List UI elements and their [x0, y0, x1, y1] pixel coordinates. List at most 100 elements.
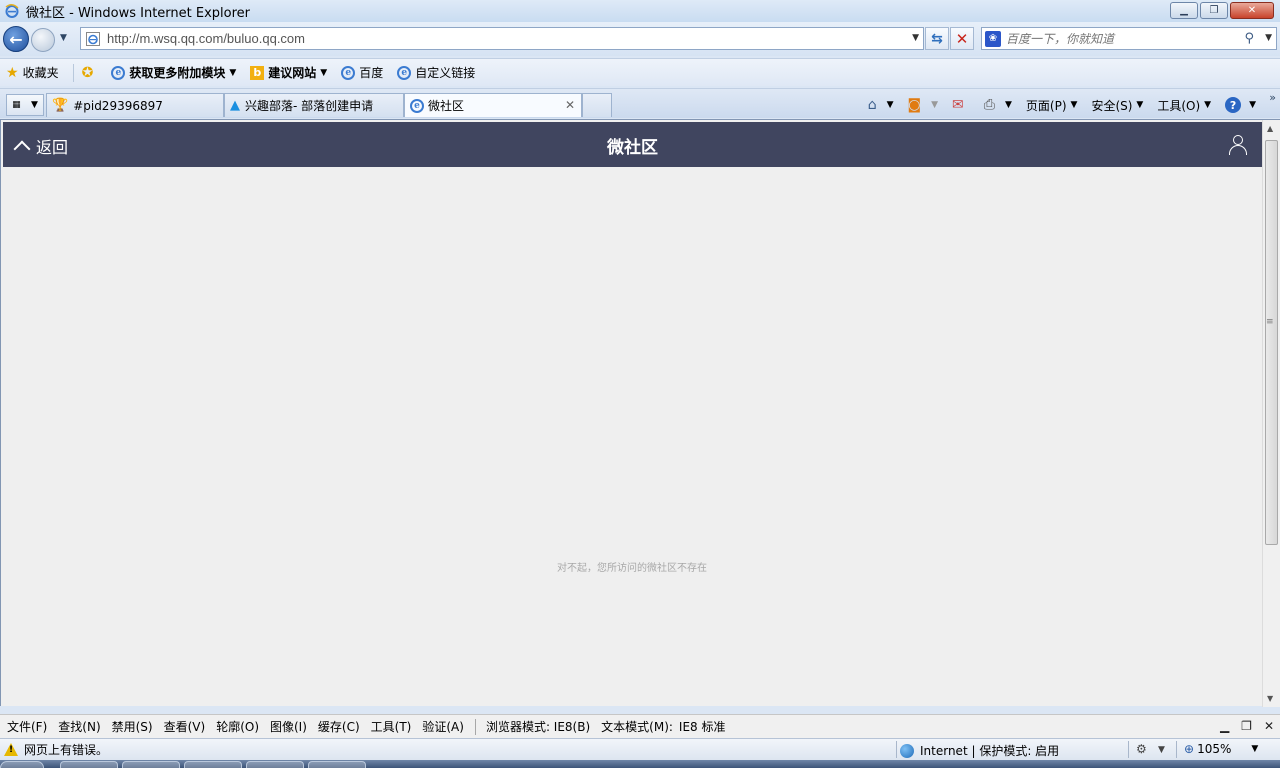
chevron-down-icon: ▼: [1004, 100, 1012, 110]
start-button[interactable]: [0, 761, 44, 768]
taskbar-button[interactable]: [184, 761, 242, 768]
dev-menu-file[interactable]: 文件(F): [7, 718, 47, 735]
dev-close-icon[interactable]: ✕: [1264, 719, 1274, 733]
close-window-button[interactable]: ✕: [1230, 2, 1274, 19]
chevron-down-icon: ▼: [229, 67, 237, 78]
command-bar: ⌂ ▼ ◙ ▼ ✉ ⎙ ▼ 页面(P) ▼ 安全(S) ▼ 工具(O) ▼ ? …: [868, 91, 1280, 117]
page-error-text[interactable]: 网页上有错误。: [24, 741, 108, 758]
minimize-button[interactable]: ▁: [1170, 2, 1198, 19]
chevron-down-icon: ▼: [1251, 744, 1259, 754]
dev-menu-find[interactable]: 查找(N): [58, 718, 100, 735]
tools-menu-label: 工具(O): [1157, 98, 1201, 113]
scroll-up-icon[interactable]: ▲: [1267, 124, 1273, 133]
refresh-button[interactable]: ⇆: [925, 27, 949, 50]
rss-icon: ◙: [907, 97, 922, 113]
quick-tabs-button[interactable]: ▦ ▼: [6, 94, 44, 116]
restore-button[interactable]: ❐: [1200, 2, 1228, 19]
dev-undock-icon[interactable]: ❐: [1241, 719, 1252, 733]
safety-menu[interactable]: 安全(S) ▼: [1091, 97, 1143, 114]
dev-minimize-icon[interactable]: ▁: [1220, 719, 1229, 733]
search-options-dropdown[interactable]: ▼: [1265, 33, 1272, 43]
safety-menu-label: 安全(S): [1091, 98, 1133, 113]
window-controls: ▁ ❐ ✕: [1168, 2, 1274, 19]
scrollbar-thumb[interactable]: [1265, 140, 1278, 545]
address-url[interactable]: http://m.wsq.qq.com/buluo.qq.com: [107, 31, 305, 46]
add-favorite-star-icon: ✪: [81, 64, 94, 81]
feeds-button[interactable]: ◙ ▼: [908, 97, 939, 113]
tools-menu[interactable]: 工具(O) ▼: [1157, 97, 1211, 114]
printer-icon: ⎙: [983, 97, 995, 113]
baidu-paw-icon: ❀: [985, 30, 1001, 47]
tab-tribe-application[interactable]: ▲ 兴趣部落- 部落创建申请: [224, 93, 404, 117]
browser-mode-menu[interactable]: 浏览器模式: IE8(B): [486, 718, 590, 735]
dev-menu-tools[interactable]: 工具(T): [371, 718, 412, 735]
tab-row: ▦ ▼ 🏆 #pid29396897 ▲ 兴趣部落- 部落创建申请 e 微社区 …: [0, 88, 1280, 118]
zoom-level: 105%: [1197, 742, 1232, 756]
warning-icon[interactable]: !: [4, 743, 18, 756]
tab-pid[interactable]: 🏆 #pid29396897: [46, 93, 224, 117]
favorites-divider: [72, 63, 74, 82]
page-menu[interactable]: 页面(P) ▼: [1026, 97, 1078, 114]
window-title-bar: 微社区 - Windows Internet Explorer ▁ ❐ ✕: [0, 0, 1280, 22]
home-button[interactable]: ⌂ ▼: [868, 97, 894, 113]
taskbar-button[interactable]: [308, 761, 366, 768]
ie-page-icon: e: [397, 65, 412, 80]
read-mail-button[interactable]: ✉: [952, 97, 970, 113]
favorites-button[interactable]: ★ 收藏夹: [6, 64, 59, 81]
security-zone[interactable]: Internet | 保护模式: 启用: [900, 742, 1059, 759]
recent-pages-dropdown[interactable]: ▼: [60, 33, 67, 43]
scroll-down-icon[interactable]: ▼: [1267, 694, 1273, 703]
search-box[interactable]: ❀ ⚲ ▼: [981, 27, 1277, 50]
tab-wsq[interactable]: e 微社区 ✕: [404, 93, 582, 117]
tab-label: 微社区: [428, 99, 465, 113]
chevron-down-icon: ▼: [320, 67, 328, 78]
stop-button[interactable]: ✕: [950, 27, 974, 50]
dev-menu-images[interactable]: 图像(I): [270, 718, 307, 735]
ie-page-icon: [86, 31, 100, 46]
user-icon[interactable]: [1228, 135, 1248, 155]
address-bar[interactable]: http://m.wsq.qq.com/buluo.qq.com ▼: [80, 27, 924, 50]
ie-logo-icon: [5, 4, 19, 18]
taskbar-button[interactable]: [122, 761, 180, 768]
search-icon[interactable]: ⚲: [1244, 31, 1254, 46]
add-to-favorites-bar-button[interactable]: ✪: [82, 65, 98, 81]
close-tab-icon[interactable]: ✕: [565, 98, 575, 112]
chevron-down-icon[interactable]: ▼: [1158, 745, 1165, 755]
taskbar-button[interactable]: [246, 761, 304, 768]
chevron-down-icon: ▼: [1136, 100, 1144, 110]
address-dropdown[interactable]: ▼: [912, 33, 919, 43]
forward-button[interactable]: [31, 28, 55, 52]
vertical-scrollbar[interactable]: ▲ ≡ ▼: [1262, 120, 1280, 707]
new-tab-button[interactable]: [582, 93, 612, 117]
favorite-link-label: 自定义链接: [415, 66, 476, 80]
favorite-link-addons[interactable]: e 获取更多附加模块 ▼: [111, 64, 236, 81]
more-commands-chevron-icon[interactable]: »: [1269, 91, 1276, 104]
zoom-icon: ⊕: [1184, 742, 1195, 756]
dev-menu-disable[interactable]: 禁用(S): [112, 718, 153, 735]
chevron-down-icon: ▼: [1249, 100, 1256, 110]
chevron-down-icon: ▼: [931, 100, 939, 110]
zoom-control[interactable]: ⊕ 105% ▼: [1184, 742, 1258, 756]
dev-menu-cache[interactable]: 缓存(C): [318, 718, 360, 735]
dev-menu-view[interactable]: 查看(V): [164, 718, 206, 735]
mail-icon: ✉: [952, 97, 964, 113]
back-button[interactable]: ←: [3, 26, 29, 52]
favorite-link-custom[interactable]: e 自定义链接: [397, 64, 475, 81]
search-input[interactable]: [1006, 31, 1236, 46]
help-menu[interactable]: ? ▼: [1225, 97, 1256, 113]
document-mode-menu[interactable]: 文本模式(M):: [601, 718, 673, 735]
taskbar-button[interactable]: [60, 761, 118, 768]
favorite-link-baidu[interactable]: e 百度: [341, 64, 383, 81]
print-button[interactable]: ⎙ ▼: [984, 97, 1012, 113]
dev-menu-outline[interactable]: 轮廓(O): [216, 718, 259, 735]
app-header: 返回 微社区: [3, 122, 1262, 167]
help-icon: ?: [1225, 97, 1242, 113]
favorite-link-suggested-sites[interactable]: b 建议网站 ▼: [250, 64, 327, 81]
protected-mode-icon[interactable]: ⚙: [1136, 742, 1147, 756]
tab-label: #pid29396897: [73, 98, 163, 113]
dev-menu-validate[interactable]: 验证(A): [422, 718, 464, 735]
back-arrow-icon: ←: [9, 29, 23, 49]
status-divider: [896, 741, 897, 758]
tab-list-dropdown[interactable]: ▼: [31, 100, 38, 110]
status-divider: [1128, 741, 1129, 758]
